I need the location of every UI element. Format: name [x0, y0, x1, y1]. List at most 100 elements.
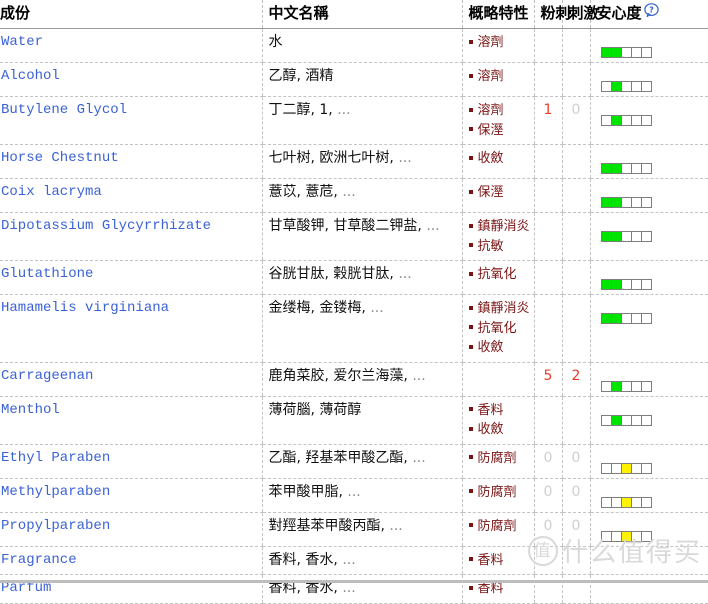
- table-row: Alcohol 乙醇, 酒精 溶劑: [0, 62, 708, 97]
- header-row: 成份 中文名稱 概略特性 粉刺 刺激 安心度?: [0, 0, 708, 29]
- ingredient-link[interactable]: Alcohol: [1, 68, 60, 84]
- ingredient-name-cell: Fragrance: [0, 546, 262, 576]
- acne-rating-value: 0: [543, 483, 553, 500]
- irritation-rating-cell: [561, 144, 590, 179]
- feature-label: 香料: [477, 402, 504, 418]
- safety-meter-cell: [641, 164, 651, 173]
- ingredient-link[interactable]: Carrageenan: [1, 368, 93, 384]
- chinese-name-text: 乙醇, 酒精: [268, 68, 334, 84]
- safety-meter-cell: [641, 48, 651, 57]
- safety-meter-cell: [601, 381, 612, 391]
- feature-label: 保溼: [477, 122, 504, 138]
- ingredient-name-cell: Dipotassium Glycyrrhizate: [0, 212, 262, 261]
- safety-meter: [600, 414, 652, 426]
- feature-item: 防腐劑: [468, 449, 534, 469]
- chinese-name-text: 苯甲酸甲脂,: [268, 483, 343, 500]
- ingredient-link[interactable]: Fragrance: [1, 552, 77, 568]
- safety-meter-cell: [641, 531, 651, 541]
- safety-meter-cell: [631, 164, 642, 173]
- acne-rating-value: 0: [543, 517, 553, 534]
- safety-meter-cell: [631, 48, 642, 57]
- chinese-name-ellipsis: ...: [389, 517, 403, 534]
- safety-meter-cell: [611, 82, 622, 91]
- safety-meter-cell: [611, 497, 622, 507]
- feature-item: 溶劑: [468, 33, 534, 53]
- ingredient-link[interactable]: Methylparaben: [1, 484, 110, 500]
- ingredient-link[interactable]: Dipotassium Glycyrrhizate: [1, 218, 211, 234]
- safety-meter-cell: [601, 314, 612, 323]
- safety-meter: [600, 530, 652, 542]
- irritation-rating-value: 0: [571, 449, 581, 466]
- chinese-name-cell: 七叶树, 欧洲七叶树, ...: [261, 144, 462, 179]
- ingredient-link[interactable]: Water: [1, 34, 43, 50]
- acne-rating-cell: 0: [533, 478, 562, 513]
- chinese-name-cell: 薏苡, 薏苊, ...: [261, 178, 462, 213]
- bullet-square-icon: [468, 325, 473, 329]
- ingredient-link[interactable]: Propylparaben: [1, 518, 110, 534]
- column-header-acne: 粉刺: [533, 0, 571, 29]
- feature-label: 抗敏: [477, 238, 504, 254]
- acne-rating-cell: 5: [533, 362, 562, 397]
- question-mark-icon[interactable]: ?: [643, 3, 659, 22]
- irritation-rating-cell: [561, 62, 590, 97]
- ingredient-name-cell: Horse Chestnut: [0, 144, 262, 179]
- feature-item: 抗氧化: [468, 319, 534, 339]
- feature-label: 收斂: [477, 340, 504, 355]
- safety-meter: [600, 163, 652, 174]
- chinese-name-text: 甘草酸钾, 甘草酸二钾盐,: [268, 218, 422, 234]
- features-cell: 防腐劑: [461, 478, 534, 513]
- feature-item: 收斂: [468, 338, 534, 358]
- safety-meter-cell: [641, 82, 651, 91]
- chinese-name-text: 谷胱甘肽, 榖胱甘肽,: [268, 266, 394, 282]
- safety-meter-cell: [631, 463, 642, 473]
- safety-meter-cell: [611, 232, 622, 241]
- safety-meter-cell: [641, 116, 651, 125]
- ingredient-link[interactable]: Coix lacryma: [1, 184, 102, 200]
- column-header-safety-label: 安心度: [596, 4, 642, 22]
- bullet-square-icon: [468, 407, 473, 411]
- table-row: Fragrance 香料, 香水, ... 香料: [0, 546, 708, 576]
- safety-meter-cell: [631, 280, 642, 289]
- bullet-square-icon: [468, 557, 473, 561]
- safety-meter-cell: [621, 48, 632, 57]
- ingredient-name-cell: Glutathione: [0, 260, 262, 295]
- bullet-square-icon: [468, 107, 473, 112]
- feature-item: 保溼: [468, 121, 534, 141]
- ingredient-link[interactable]: Horse Chestnut: [1, 150, 119, 166]
- ingredient-link[interactable]: Menthol: [1, 402, 60, 418]
- chinese-name-text: 乙酯, 羟基苯甲酸乙酯,: [268, 449, 408, 466]
- safety-meter-cell: [641, 232, 651, 241]
- column-header-safety: 安心度?: [589, 0, 708, 29]
- ingredient-table: 成份 中文名稱 概略特性 粉刺 刺激 安心度? Water 水溶劑 Alcohol 乙…: [0, 0, 708, 604]
- chinese-name-cell: 乙酯, 羟基苯甲酸乙酯, ...: [261, 444, 462, 479]
- table-row: Menthol 薄荷腦, 薄荷醇 香料 收斂: [0, 396, 708, 445]
- chinese-name-cell: 鹿角菜胶, 爱尔兰海藻, ...: [261, 362, 462, 397]
- bullet-square-icon: [468, 223, 473, 228]
- features-list: 防腐劑: [468, 483, 534, 503]
- safety-meter-cell: [631, 415, 642, 425]
- ingredient-name-cell: Coix lacryma: [0, 178, 262, 213]
- chinese-name-cell: 對羥基苯甲酸丙酯, ...: [261, 512, 462, 547]
- safety-meter-cell: [611, 198, 622, 207]
- svg-text:?: ?: [649, 6, 654, 15]
- ingredient-link[interactable]: Butylene Glycol: [1, 102, 127, 118]
- features-list: 香料 收斂: [468, 401, 534, 440]
- chinese-name-text: 對羥基苯甲酸丙酯,: [268, 517, 385, 534]
- safety-meter: [600, 47, 652, 58]
- chinese-name-text: 丁二醇, 1,: [268, 102, 333, 118]
- table-row: Horse Chestnut 七叶树, 欧洲七叶树, ... 收斂: [0, 144, 708, 179]
- ingredient-link[interactable]: Glutathione: [1, 266, 93, 282]
- ingredient-link[interactable]: Ethyl Paraben: [1, 450, 110, 466]
- safety-meter-cell: [641, 198, 651, 207]
- safety-meter-cell: [601, 415, 612, 425]
- chinese-name-text: 七叶树, 欧洲七叶树,: [268, 150, 394, 166]
- safety-meter: [600, 231, 652, 242]
- irritation-rating-cell: 0: [561, 96, 590, 145]
- table-row: Glutathione 谷胱甘肽, 榖胱甘肽, ... 抗氧化: [0, 260, 708, 295]
- ingredient-link[interactable]: Hamamelis virginiana: [1, 300, 169, 316]
- safety-rating-cell: [589, 478, 708, 513]
- bullet-square-icon: [468, 305, 473, 310]
- feature-item: 溶劑: [468, 67, 534, 87]
- features-list: 收斂: [468, 149, 534, 169]
- chinese-name-cell: 金缕梅, 金镂梅, ...: [261, 294, 462, 363]
